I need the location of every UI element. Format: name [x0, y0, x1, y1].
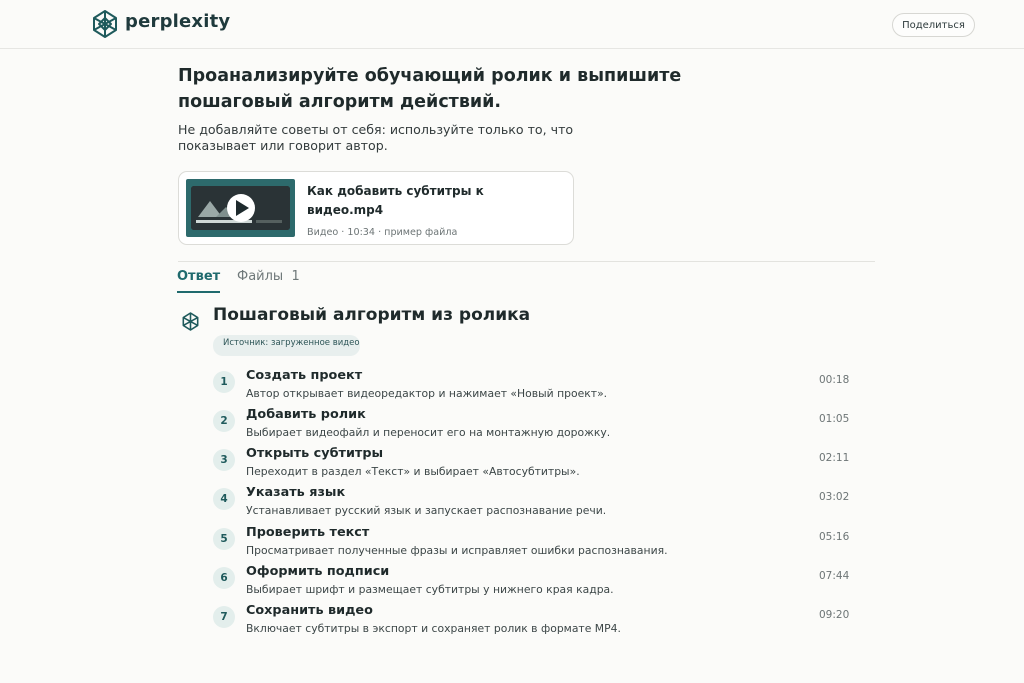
query-subtitle: Не добавляйте советы от себя: используйт… [178, 122, 574, 153]
active-tab-indicator [177, 291, 220, 293]
step-timestamp[interactable]: 02:11 [819, 452, 849, 464]
step-number: 4 [213, 488, 235, 510]
video-attachment-card[interactable]: Как добавить субтитры к видео.mp4 Видео … [178, 171, 574, 245]
step-title: Указать язык [246, 485, 346, 500]
step-item: 3 Открыть субтитры Переходит в раздел «Тек… [213, 446, 853, 486]
step-item: 1 Создать проект Автор открывает видеореда… [213, 368, 853, 408]
step-item: 7 Сохранить видео Включает субтитры в эксп… [213, 603, 853, 643]
brand-name: perplexity [125, 10, 231, 32]
step-timestamp[interactable]: 01:05 [819, 413, 849, 425]
step-number: 6 [213, 567, 235, 589]
step-item: 5 Проверить текст Просматривает полученные… [213, 525, 853, 565]
step-description: Переходит в раздел «Текст» и выбирает «А… [246, 465, 580, 478]
step-item: 2 Добавить ролик Выбирает видеофайл и пере… [213, 407, 853, 447]
step-title: Оформить подписи [246, 564, 390, 579]
step-description: Включает субтитры в экспорт и сохраняет … [246, 622, 621, 635]
step-item: 4 Указать язык Устанавливает русский язык … [213, 485, 853, 525]
step-timestamp[interactable]: 03:02 [819, 491, 849, 503]
share-button[interactable]: Поделиться [892, 13, 975, 37]
step-number: 7 [213, 606, 235, 628]
step-description: Автор открывает видеоредактор и нажимает… [246, 387, 608, 400]
step-number: 5 [213, 528, 235, 550]
perplexity-logo-icon [93, 10, 117, 38]
step-description: Выбирает видеофайл и переносит его на мо… [246, 426, 611, 439]
answer-heading: Пошаговый алгоритм из ролика [213, 305, 531, 325]
brand[interactable]: perplexity [92, 9, 230, 39]
step-timestamp[interactable]: 05:16 [819, 531, 849, 543]
step-title: Создать проект [246, 368, 363, 383]
step-title: Проверить текст [246, 525, 370, 540]
divider [178, 261, 875, 262]
video-file-name: Как добавить субтитры к видео.mp4 [307, 184, 484, 217]
tab-files[interactable]: Файлы 1 [237, 269, 300, 284]
step-description: Выбирает шрифт и размещает субтитры у ни… [246, 583, 614, 596]
step-title: Открыть субтитры [246, 446, 384, 461]
step-description: Устанавливает русский язык и запускает р… [246, 504, 607, 517]
query-title: Проанализируйте обучающий ролик и выпиши… [178, 66, 682, 112]
source-chip[interactable]: Источник: загруженное видео [213, 335, 360, 356]
video-file-meta: Видео · 10:34 · пример файла [307, 227, 458, 238]
perplexity-logo-icon [182, 312, 199, 331]
step-number: 2 [213, 410, 235, 432]
tab-answer[interactable]: Ответ [177, 269, 220, 284]
step-item: 6 Оформить подписи Выбирает шрифт и размещ… [213, 564, 853, 604]
step-title: Сохранить видео [246, 603, 373, 618]
step-timestamp[interactable]: 09:20 [819, 609, 849, 621]
video-thumbnail [186, 179, 295, 237]
step-number: 1 [213, 371, 235, 393]
play-icon[interactable] [186, 179, 295, 237]
step-timestamp[interactable]: 00:18 [819, 374, 849, 386]
step-description: Просматривает полученные фразы и исправл… [246, 544, 668, 557]
top-bar: perplexity Поделиться [0, 0, 1024, 49]
step-title: Добавить ролик [246, 407, 366, 422]
step-timestamp[interactable]: 07:44 [819, 570, 849, 582]
step-number: 3 [213, 449, 235, 471]
